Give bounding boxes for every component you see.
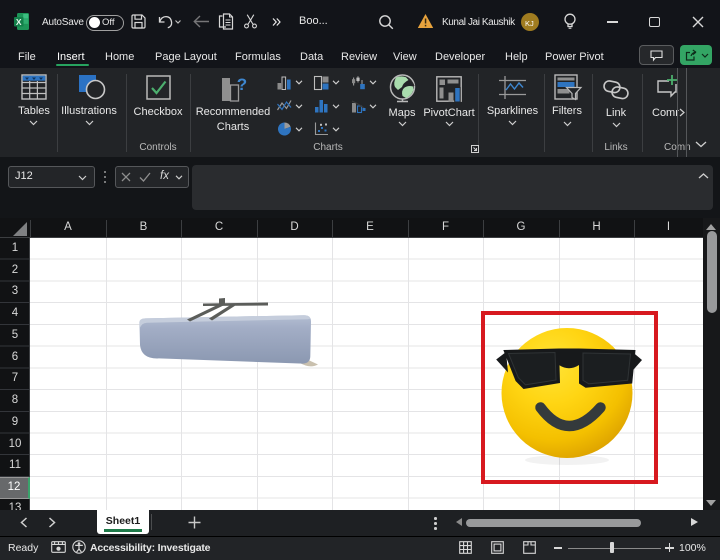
- svg-text:X: X: [16, 17, 22, 27]
- svg-text:?: ?: [237, 75, 247, 94]
